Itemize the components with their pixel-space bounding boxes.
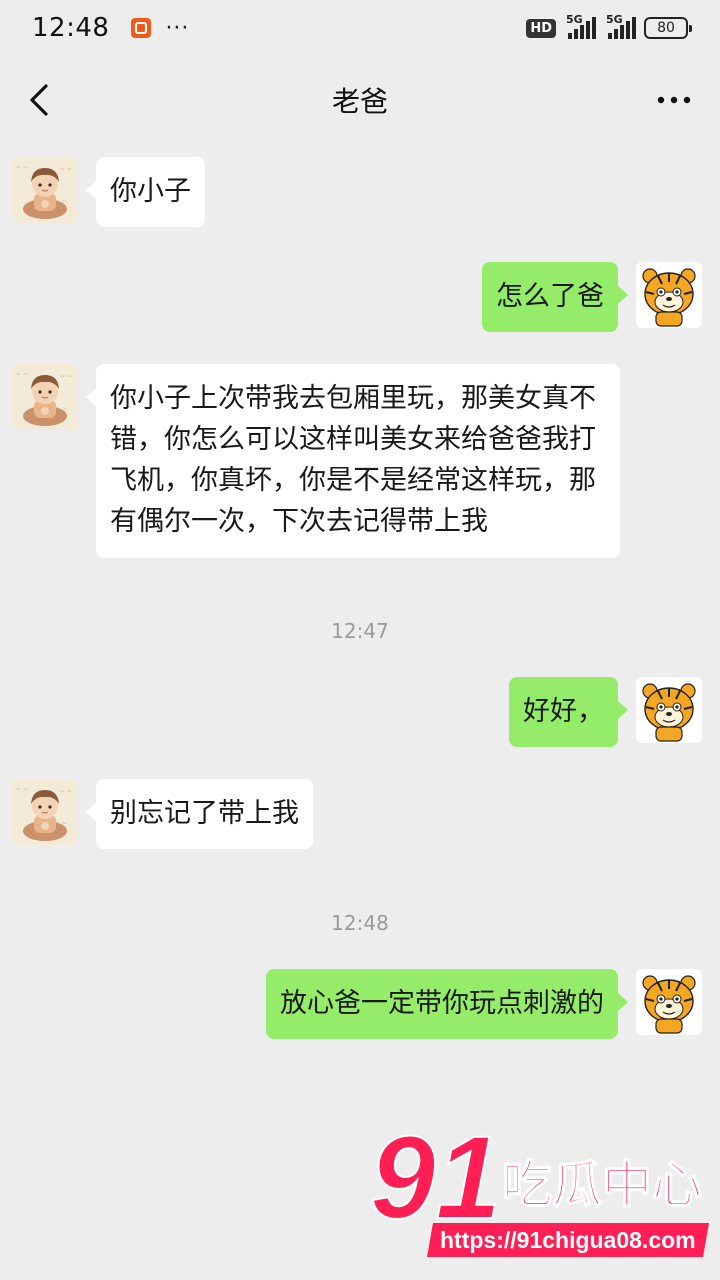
contact-avatar[interactable]: [12, 364, 78, 430]
chat-header: 老爸: [0, 60, 720, 140]
watermark-url-text: https://91chigua08.com: [440, 1227, 696, 1253]
message-bubble[interactable]: 放心爸一定带你玩点刺激的: [266, 969, 628, 1039]
message-text: 放心爸一定带你玩点刺激的: [280, 988, 604, 1019]
timestamp: 12:48: [331, 911, 389, 935]
my-avatar[interactable]: [636, 969, 702, 1035]
message-bubble[interactable]: 别忘记了带上我: [86, 779, 313, 849]
message-row: 你小子: [12, 157, 205, 227]
status-bar: 12:48 ··· HD 5G 5G 80: [0, 0, 720, 56]
hd-badge: HD: [526, 18, 556, 38]
contact-avatar[interactable]: [12, 779, 78, 845]
message-row: 好好，: [509, 677, 702, 747]
kid-avatar-icon: [12, 157, 78, 223]
watermark-url: https://91chigua08.com: [427, 1223, 709, 1257]
my-avatar[interactable]: [636, 677, 702, 743]
message-bubble[interactable]: 怎么了爸: [482, 262, 628, 332]
tiger-avatar-icon: [636, 262, 702, 328]
watermark-number: 91: [370, 1126, 501, 1226]
message-text: 怎么了爸: [496, 281, 604, 312]
signal-2-label: 5G: [606, 13, 623, 26]
message-bubble[interactable]: 好好，: [509, 677, 628, 747]
status-indicators: HD 5G 5G 80: [526, 13, 692, 39]
timestamp: 12:47: [331, 619, 389, 643]
message-row: 放心爸一定带你玩点刺激的: [266, 969, 702, 1039]
message-text: 你小子上次带我去包厢里玩，那美女真不错，你怎么可以这样叫美女来给爸爸我打飞机，你…: [110, 383, 596, 537]
message-row: 别忘记了带上我: [12, 779, 313, 849]
watermark-logo: 91 吃瓜中心: [369, 1111, 703, 1245]
my-avatar[interactable]: [636, 262, 702, 328]
back-button[interactable]: [22, 78, 62, 122]
signal-2-icon: 5G: [604, 13, 636, 39]
message-text: 好好，: [523, 696, 604, 727]
battery-icon: 80: [644, 17, 692, 39]
message-bubble[interactable]: 你小子上次带我去包厢里玩，那美女真不错，你怎么可以这样叫美女来给爸爸我打飞机，你…: [86, 364, 620, 558]
chevron-left-icon: [30, 84, 48, 116]
page-title: 老爸: [331, 85, 388, 118]
more-horizontal-icon: [657, 96, 691, 104]
watermark-brand: 吃瓜中心: [502, 1156, 702, 1214]
site-watermark: 91 吃瓜中心 https://91chigua08.com: [368, 1111, 720, 1280]
more-notifications-icon: ···: [165, 15, 190, 41]
status-time: 12:48: [32, 13, 110, 43]
kid-avatar-icon: [12, 779, 78, 845]
message-text: 别忘记了带上我: [110, 798, 299, 829]
app-notification-icon: [131, 18, 152, 38]
more-options-button[interactable]: [656, 84, 692, 116]
message-row: 怎么了爸: [482, 262, 702, 332]
contact-avatar[interactable]: [12, 157, 78, 223]
tiger-avatar-icon: [636, 969, 702, 1035]
message-bubble[interactable]: 你小子: [86, 157, 205, 227]
tiger-avatar-icon: [636, 677, 702, 743]
kid-avatar-icon: [12, 364, 78, 430]
signal-1-icon: 5G: [564, 13, 596, 39]
signal-1-label: 5G: [566, 13, 583, 26]
message-row: 你小子上次带我去包厢里玩，那美女真不错，你怎么可以这样叫美女来给爸爸我打飞机，你…: [12, 364, 620, 558]
message-text: 你小子: [110, 176, 191, 207]
